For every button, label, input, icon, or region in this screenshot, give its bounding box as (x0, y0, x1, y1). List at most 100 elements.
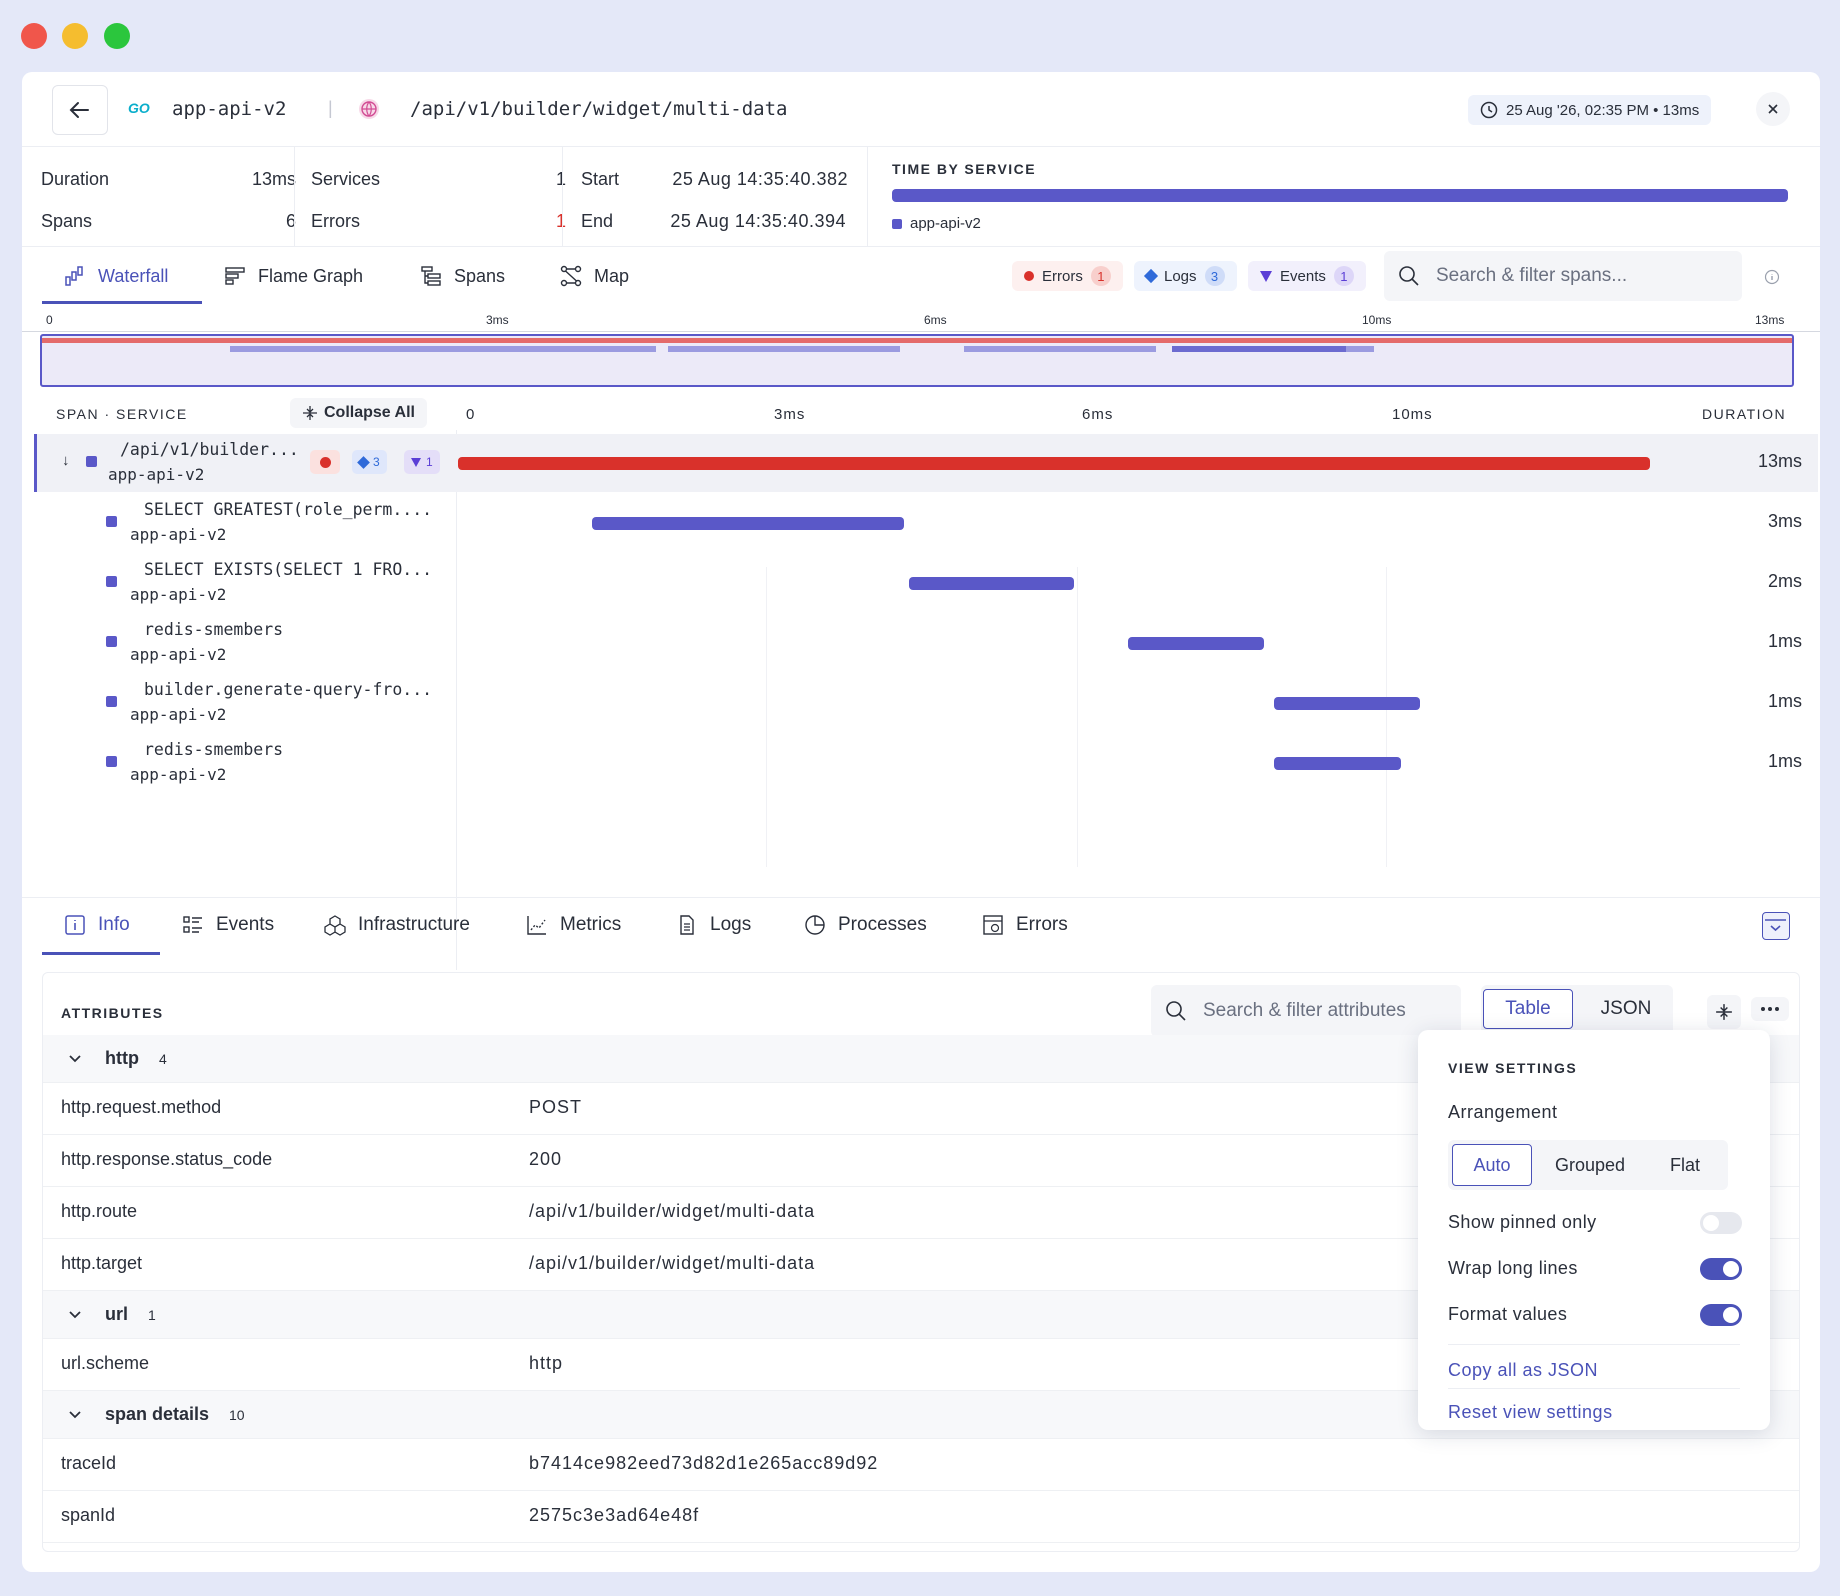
error-dot-icon (319, 456, 331, 468)
minimap-tick-3ms: 3ms (486, 313, 509, 327)
pie-icon (805, 915, 825, 935)
format-json-label: JSON (1600, 998, 1652, 1019)
tab-errors[interactable]: Errors (982, 914, 1068, 936)
tab-info[interactable]: Info (64, 914, 130, 936)
format-table-button[interactable]: Table (1483, 989, 1573, 1029)
span-bar-error[interactable] (458, 457, 1650, 470)
flame-graph-icon (225, 267, 245, 285)
tab-events[interactable]: Events (182, 914, 274, 936)
axis-tick-0: 0 (466, 406, 475, 423)
span-bar[interactable] (592, 517, 904, 530)
attribute-value: POST (529, 1097, 583, 1117)
span-search-input[interactable]: Search & filter spans... (1384, 251, 1742, 301)
format-values-toggle[interactable] (1700, 1304, 1742, 1326)
filter-events[interactable]: Events 1 (1248, 261, 1366, 291)
arrangement-grouped[interactable]: Grouped (1540, 1144, 1640, 1186)
duration-value: 13ms (251, 169, 296, 189)
service-color-swatch (106, 636, 117, 647)
show-pinned-toggle[interactable] (1700, 1212, 1742, 1234)
tab-processes[interactable]: Processes (804, 914, 927, 936)
arrow-left-icon (69, 102, 89, 118)
tab-infrastructure[interactable]: Infrastructure (324, 914, 470, 936)
attribute-key: traceId (61, 1453, 117, 1473)
detail-tabs: Info Events Infrastructure Metrics Logs … (22, 898, 1820, 956)
span-service: app-api-v2 (130, 585, 227, 604)
tab-flame-graph[interactable]: Flame Graph (224, 265, 363, 287)
span-error-badge[interactable] (310, 450, 340, 474)
bug-icon (983, 915, 1003, 935)
end-label: End (581, 211, 614, 231)
triangle-down-icon (411, 457, 421, 467)
tab-spans[interactable]: Spans (420, 265, 505, 287)
minimap-tick-6ms: 6ms (924, 313, 947, 327)
span-service: app-api-v2 (130, 705, 227, 724)
more-options-button[interactable] (1751, 997, 1789, 1021)
back-button[interactable] (52, 85, 108, 135)
close-window-button[interactable] (21, 23, 47, 49)
span-logs-badge[interactable]: 3 (352, 450, 387, 474)
span-name: SELECT EXISTS(SELECT 1 FRO... (144, 560, 433, 579)
attribute-row[interactable]: spanId 2575c3e3ad64e48f (43, 1491, 1799, 1543)
info-icon[interactable] (1764, 269, 1780, 285)
attribute-value: /api/v1/builder/widget/multi-data (529, 1201, 816, 1221)
duration-label: Duration (41, 169, 110, 189)
arrangement-auto[interactable]: Auto (1452, 1144, 1532, 1186)
span-bar[interactable] (908, 577, 1075, 590)
span-events-badge[interactable]: 1 (404, 450, 440, 474)
trace-stats: Duration 13ms Spans 6 Services 1 Errors … (22, 147, 1820, 247)
span-bar[interactable] (1274, 697, 1421, 710)
tab-map[interactable]: Map (560, 265, 629, 287)
minimap-selection[interactable] (40, 334, 1794, 387)
service-name: app-api-v2 (172, 98, 287, 120)
panel-down-icon (1765, 919, 1786, 932)
attribute-key: spanId (61, 1505, 116, 1525)
info-box-icon (65, 915, 85, 935)
expand-arrow-icon[interactable]: ↓ (62, 452, 70, 469)
filter-errors[interactable]: Errors 1 (1012, 261, 1123, 291)
attribute-search-input[interactable]: Search & filter attributes (1151, 985, 1461, 1037)
tab-waterfall[interactable]: Waterfall (64, 265, 168, 287)
attribute-key: http.request.method (61, 1097, 222, 1117)
wrap-lines-toggle[interactable] (1700, 1258, 1742, 1280)
clock-icon (1480, 101, 1498, 119)
attribute-key: http.response.status_code (61, 1149, 273, 1169)
format-values-label: Format values (1448, 1304, 1568, 1324)
collapse-icon (1716, 1004, 1732, 1020)
filter-logs[interactable]: Logs 3 (1134, 261, 1237, 291)
trace-window: GO app-api-v2 | /api/v1/builder/widget/m… (22, 72, 1820, 1572)
span-name: redis-smembers (144, 620, 284, 639)
arrangement-grouped-label: Grouped (1554, 1154, 1626, 1175)
service-color-swatch (106, 516, 117, 527)
span-service: app-api-v2 (108, 465, 205, 484)
service-color-swatch (106, 576, 117, 587)
arrangement-segmented: Auto Grouped Flat (1448, 1140, 1728, 1190)
spans-value: 6 (285, 211, 296, 231)
minimap[interactable]: 0 3ms 6ms 10ms 13ms (22, 305, 1820, 387)
span-duration: 3ms (1767, 511, 1802, 531)
services-label: Services (311, 169, 381, 189)
maximize-window-button[interactable] (104, 23, 130, 49)
arrangement-flat[interactable]: Flat (1646, 1144, 1724, 1186)
arrangement-auto-label: Auto (1473, 1154, 1511, 1175)
view-tabs: Waterfall Flame Graph Spans Map Errors 1… (22, 247, 1820, 305)
reset-view-link[interactable]: Reset view settings (1448, 1402, 1613, 1423)
collapse-all-button[interactable]: Collapse All (290, 398, 427, 428)
show-pinned-label: Show pinned only (1448, 1212, 1597, 1232)
spans-label: Spans (41, 211, 93, 231)
minimap-tick-10ms: 10ms (1362, 313, 1392, 327)
attribute-row[interactable]: traceId b7414ce982eed73d82d1e265acc89d92 (43, 1439, 1799, 1491)
span-bar[interactable] (1127, 637, 1265, 650)
format-json-button[interactable]: JSON (1581, 989, 1671, 1029)
collapse-panel-button[interactable] (1762, 912, 1790, 940)
tab-metrics[interactable]: Metrics (526, 914, 621, 936)
minimize-window-button[interactable] (62, 23, 88, 49)
close-trace-button[interactable] (1756, 92, 1790, 126)
format-table-label: Table (1505, 998, 1551, 1019)
span-bar[interactable] (1274, 757, 1401, 770)
tab-logs[interactable]: Logs (676, 914, 751, 936)
expand-collapse-button[interactable] (1707, 995, 1741, 1029)
attribute-key: http.target (61, 1253, 143, 1273)
span-name: /api/v1/builder... (120, 440, 299, 459)
legend-swatch (892, 219, 902, 229)
copy-json-link[interactable]: Copy all as JSON (1448, 1360, 1598, 1381)
